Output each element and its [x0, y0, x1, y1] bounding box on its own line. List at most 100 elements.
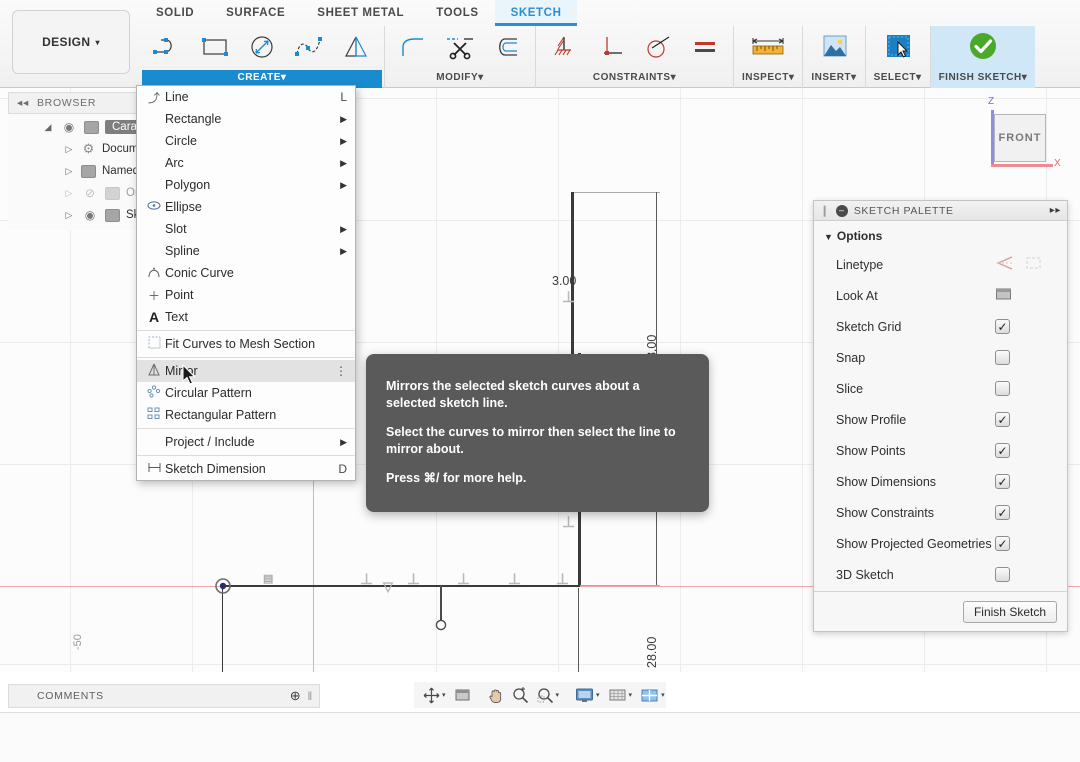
panel-finish-sketch[interactable]: FINISH SKETCH▾ [930, 26, 1036, 88]
add-comment-icon[interactable]: ⊕ [290, 688, 302, 704]
expand-arrow-icon[interactable]: ◢ [42, 122, 54, 133]
display-settings-icon[interactable]: ▾ [572, 684, 603, 706]
expand-arrow-icon[interactable]: ▷ [63, 210, 75, 221]
menu-item-conic-curve[interactable]: Conic Curve [137, 262, 355, 284]
origin-point-icon[interactable] [213, 576, 233, 596]
tab-surface[interactable]: SURFACE [210, 0, 301, 26]
menu-item-slot[interactable]: Slot ▶ [137, 218, 355, 240]
panel-insert-label[interactable]: INSERT▾ [805, 70, 862, 88]
menu-item-overflow-icon[interactable]: ⋮ [335, 365, 347, 377]
menu-item-circular-pattern[interactable]: Circular Pattern [137, 382, 355, 404]
expand-arrow-icon[interactable]: ▷ [63, 144, 75, 155]
viewports-icon[interactable]: ▾ [637, 684, 668, 706]
chevron-down-icon[interactable]: ▾ [629, 691, 633, 699]
constraint-perpendicular-icon[interactable]: ⊥ [562, 513, 575, 531]
chevron-down-icon[interactable]: ▾ [556, 691, 560, 699]
show-profile-checkbox[interactable]: ✓ [995, 412, 1010, 427]
menu-item-project-include[interactable]: Project / Include ▶ [137, 431, 355, 453]
menu-item-rectangle[interactable]: Rectangle ▶ [137, 108, 355, 130]
snap-checkbox[interactable] [995, 350, 1010, 365]
constraint-perpendicular-icon[interactable]: ⊥ [457, 570, 470, 588]
panel-select-label[interactable]: SELECT▾ [868, 70, 928, 88]
panel-constraints-label[interactable]: CONSTRAINTS▾ [538, 70, 731, 88]
tangent-icon[interactable] [636, 27, 680, 67]
comments-panel[interactable]: COMMENTS ⊕ ‖ [8, 684, 320, 708]
chevron-down-icon[interactable]: ▾ [442, 691, 446, 699]
menu-item-rectangular-pattern[interactable]: Rectangular Pattern [137, 404, 355, 426]
sketch-line-horizontal-base[interactable] [220, 585, 580, 587]
mirror-icon[interactable] [334, 27, 378, 67]
orbit-icon[interactable]: ▾ [420, 684, 449, 706]
menu-item-spline[interactable]: Spline ▶ [137, 240, 355, 262]
sketch-grid-checkbox[interactable]: ✓ [995, 319, 1010, 334]
equal-icon[interactable] [683, 27, 727, 67]
menu-item-polygon[interactable]: Polygon ▶ [137, 174, 355, 196]
centerline-icon[interactable] [1024, 255, 1043, 274]
chevron-down-icon[interactable]: ▾ [596, 691, 600, 699]
create-dropdown-menu[interactable]: ⤴ Line L Rectangle ▶ Circle ▶ Arc ▶ Poly… [136, 85, 356, 481]
tab-tools[interactable]: TOOLS [420, 0, 494, 26]
view-cube-front-face[interactable]: FRONT [994, 114, 1046, 162]
view-cube[interactable]: Z X FRONT [966, 96, 1061, 182]
drag-grip-icon[interactable]: ❙ [820, 204, 830, 217]
visibility-off-icon[interactable]: ⊘ [81, 186, 99, 200]
options-section-header[interactable]: ▼ Options [814, 221, 1067, 249]
menu-item-text[interactable]: A Text [137, 306, 355, 328]
line-icon[interactable] [146, 27, 190, 67]
menu-item-ellipse[interactable]: Ellipse [137, 196, 355, 218]
insert-image-icon[interactable] [812, 27, 856, 67]
constraint-perpendicular-icon[interactable]: ⊥ [407, 570, 420, 588]
chevron-down-icon[interactable]: ▾ [661, 691, 665, 699]
menu-item-fit-curves-to-mesh-section[interactable]: Fit Curves to Mesh Section [137, 333, 355, 355]
rectangle-icon[interactable] [193, 27, 237, 67]
tab-sheet-metal[interactable]: SHEET METAL [301, 0, 420, 26]
show-projected-geometries-checkbox[interactable]: ✓ [995, 536, 1010, 551]
look-at-icon[interactable] [995, 286, 1012, 305]
expand-arrow-icon[interactable]: ▷ [63, 188, 75, 199]
show-constraints-checkbox[interactable]: ✓ [995, 505, 1010, 520]
constraint-midpoint-icon[interactable]: ▽ [383, 579, 393, 595]
offset-icon[interactable] [485, 27, 529, 67]
panel-modify-label[interactable]: MODIFY▾ [387, 70, 533, 88]
dimension-text[interactable]: 3.00 [552, 274, 576, 288]
zoom-icon[interactable] [509, 684, 532, 706]
constraint-horizontal-icon[interactable]: ▤ [263, 572, 273, 585]
constraint-perpendicular-icon[interactable]: ⊥ [556, 570, 569, 588]
menu-item-circle[interactable]: Circle ▶ [137, 130, 355, 152]
look-at-icon[interactable] [451, 684, 474, 706]
fix-icon[interactable] [542, 27, 586, 67]
dimension-text[interactable]: 28.00 [645, 637, 659, 668]
zoom-window-icon[interactable]: ▾ [534, 684, 563, 706]
dock-forward-icon[interactable]: ▸▸ [1050, 205, 1061, 216]
3d-sketch-checkbox[interactable] [995, 567, 1010, 582]
finish-sketch-button[interactable]: Finish Sketch [962, 600, 1057, 623]
construction-line-icon[interactable] [995, 255, 1014, 274]
panel-inspect-label[interactable]: INSPECT▾ [736, 70, 800, 88]
sketch-palette-header[interactable]: ❙ – SKETCH PALETTE ▸▸ [814, 201, 1067, 221]
circle-icon[interactable] [240, 27, 284, 67]
constraint-perpendicular-icon[interactable]: ⊥ [360, 570, 373, 588]
constraint-perpendicular-icon[interactable]: ⊥ [562, 288, 575, 306]
green-check-icon[interactable] [958, 27, 1008, 67]
grid-snaps-icon[interactable]: ▾ [605, 684, 636, 706]
visibility-eye-icon[interactable]: ◉ [81, 208, 99, 222]
spline-icon[interactable] [287, 27, 331, 67]
collapse-icon[interactable]: ◂◂ [17, 97, 29, 109]
sketch-point-icon[interactable] [434, 618, 448, 632]
collapse-circle-icon[interactable]: – [835, 204, 848, 217]
workspace-switcher-button[interactable]: DESIGN ▾ [12, 10, 130, 74]
show-dimensions-checkbox[interactable]: ✓ [995, 474, 1010, 489]
constraint-perpendicular-icon[interactable]: ⊥ [508, 570, 521, 588]
visibility-eye-icon[interactable]: ◉ [60, 120, 78, 134]
menu-item-sketch-dimension[interactable]: Sketch Dimension D [137, 458, 355, 480]
pan-icon[interactable] [484, 684, 507, 706]
menu-item-arc[interactable]: Arc ▶ [137, 152, 355, 174]
perpendicular-icon[interactable] [589, 27, 633, 67]
measure-icon[interactable] [743, 27, 793, 67]
show-points-checkbox[interactable]: ✓ [995, 443, 1010, 458]
panel-finish-sketch-label[interactable]: FINISH SKETCH▾ [933, 70, 1034, 88]
tab-sketch[interactable]: SKETCH [494, 0, 578, 26]
expand-arrow-icon[interactable]: ▷ [63, 166, 75, 177]
resize-handle-icon[interactable]: ‖ [307, 689, 313, 703]
select-cursor-icon[interactable] [876, 27, 920, 67]
